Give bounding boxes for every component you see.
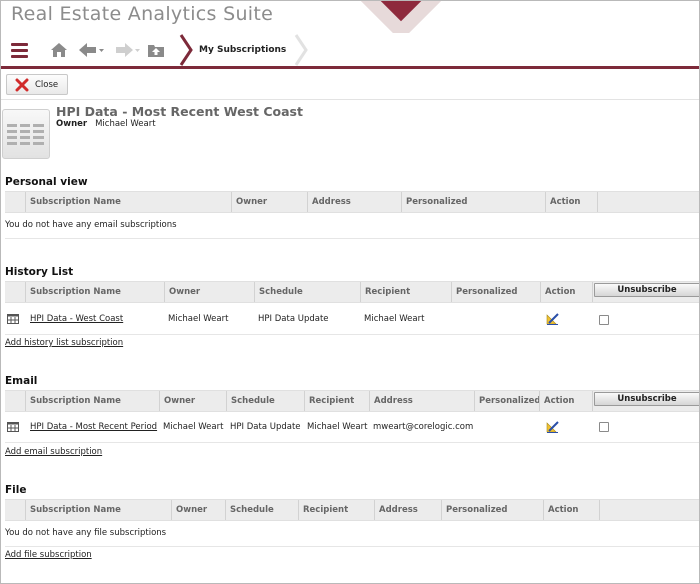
address-cell: mweart@corelogic.com [373, 422, 474, 432]
report-owner: Owner Michael Weart [56, 119, 156, 129]
col-schedule[interactable]: Schedule [254, 282, 360, 302]
subscription-name-link[interactable]: HPI Data - Most Recent Period [30, 422, 157, 432]
col-owner[interactable]: Owner [171, 500, 225, 520]
window: Real Estate Analytics Suite My Subscript… [0, 0, 700, 584]
close-button[interactable]: Close [6, 74, 68, 95]
owner-label: Owner [56, 119, 88, 129]
col-recipient[interactable]: Recipient [304, 391, 369, 411]
subscription-name-link[interactable]: HPI Data - West Coast [30, 314, 123, 324]
col-subscription-name[interactable]: Subscription Name [25, 391, 159, 411]
col-address[interactable]: Address [369, 391, 474, 411]
schedule-cell: HPI Data Update [230, 422, 301, 432]
divider [5, 546, 699, 547]
col-schedule[interactable]: Schedule [225, 500, 298, 520]
unsubscribe-button[interactable]: Unsubscribe [594, 283, 699, 297]
divider [5, 238, 699, 239]
col-subscription-name[interactable]: Subscription Name [25, 282, 164, 302]
unsubscribe-checkbox[interactable] [599, 422, 609, 432]
personal-view-grid-header: Subscription Name Owner Address Personal… [5, 191, 699, 213]
col-subscription-name[interactable]: Subscription Name [25, 500, 171, 520]
col-action[interactable]: Action [539, 391, 592, 411]
col-personalized[interactable]: Personalized [451, 282, 540, 302]
edit-subscription-icon[interactable] [546, 421, 559, 433]
col-schedule[interactable]: Schedule [226, 391, 304, 411]
home-icon[interactable] [49, 41, 69, 59]
col-spacer [599, 500, 699, 520]
brand-diamond-icon [361, 1, 441, 33]
email-title: Email [5, 375, 38, 387]
col-address[interactable]: Address [307, 192, 401, 212]
owner-cell: Michael Weart [168, 314, 229, 324]
col-owner[interactable]: Owner [231, 192, 307, 212]
app-header: Real Estate Analytics Suite My Subscript… [1, 1, 699, 69]
unsubscribe-checkbox[interactable] [599, 315, 609, 325]
col-personalized[interactable]: Personalized [441, 500, 543, 520]
col-action[interactable]: Action [540, 282, 592, 302]
breadcrumb[interactable]: My Subscriptions [179, 34, 309, 66]
divider [5, 442, 699, 443]
col-subscription-name[interactable]: Subscription Name [25, 192, 231, 212]
personal-view-empty-message: You do not have any email subscriptions [5, 220, 177, 230]
close-icon [15, 78, 29, 91]
grid-report-icon [7, 422, 19, 432]
add-file-subscription-link[interactable]: Add file subscription [5, 550, 92, 560]
edit-subscription-icon[interactable] [546, 313, 559, 325]
close-button-label: Close [35, 79, 59, 90]
schedule-cell: HPI Data Update [258, 314, 329, 324]
history-list-title: History List [5, 266, 74, 278]
col-action[interactable]: Action [543, 500, 599, 520]
report-thumbnail-icon [2, 109, 50, 159]
file-grid-header: Subscription Name Owner Schedule Recipie… [5, 499, 699, 521]
col-spacer [597, 192, 699, 212]
toolbar: Close [1, 69, 699, 100]
grid-report-icon [7, 314, 19, 324]
add-history-list-subscription-link[interactable]: Add history list subscription [5, 338, 123, 348]
hamburger-menu-icon[interactable] [9, 40, 31, 60]
col-owner[interactable]: Owner [159, 391, 226, 411]
breadcrumb-current[interactable]: My Subscriptions [199, 45, 286, 55]
owner-cell: Michael Weart [163, 422, 224, 432]
personal-view-title: Personal view [5, 176, 88, 188]
col-recipient[interactable]: Recipient [298, 500, 374, 520]
recipient-cell: Michael Weart [307, 422, 368, 432]
col-action[interactable]: Action [545, 192, 597, 212]
folder-up-icon[interactable] [146, 41, 166, 59]
owner-value: Michael Weart [95, 119, 156, 129]
col-recipient[interactable]: Recipient [360, 282, 451, 302]
recipient-cell: Michael Weart [364, 314, 425, 324]
history-list-grid-header: Subscription Name Owner Schedule Recipie… [5, 281, 699, 303]
file-empty-message: You do not have any file subscriptions [5, 528, 167, 538]
unsubscribe-button[interactable]: Unsubscribe [594, 392, 699, 406]
col-owner[interactable]: Owner [164, 282, 254, 302]
report-title: HPI Data - Most Recent West Coast [56, 104, 303, 119]
back-arrow-icon[interactable] [78, 41, 106, 59]
col-personalized[interactable]: Personalized [474, 391, 541, 411]
email-grid-header: Subscription Name Owner Schedule Recipie… [5, 390, 699, 412]
col-personalized[interactable]: Personalized [401, 192, 545, 212]
forward-arrow-icon[interactable] [114, 41, 142, 59]
add-email-subscription-link[interactable]: Add email subscription [5, 447, 102, 457]
divider [5, 334, 699, 335]
col-address[interactable]: Address [374, 500, 441, 520]
app-title: Real Estate Analytics Suite [11, 3, 274, 25]
file-title: File [5, 484, 27, 496]
